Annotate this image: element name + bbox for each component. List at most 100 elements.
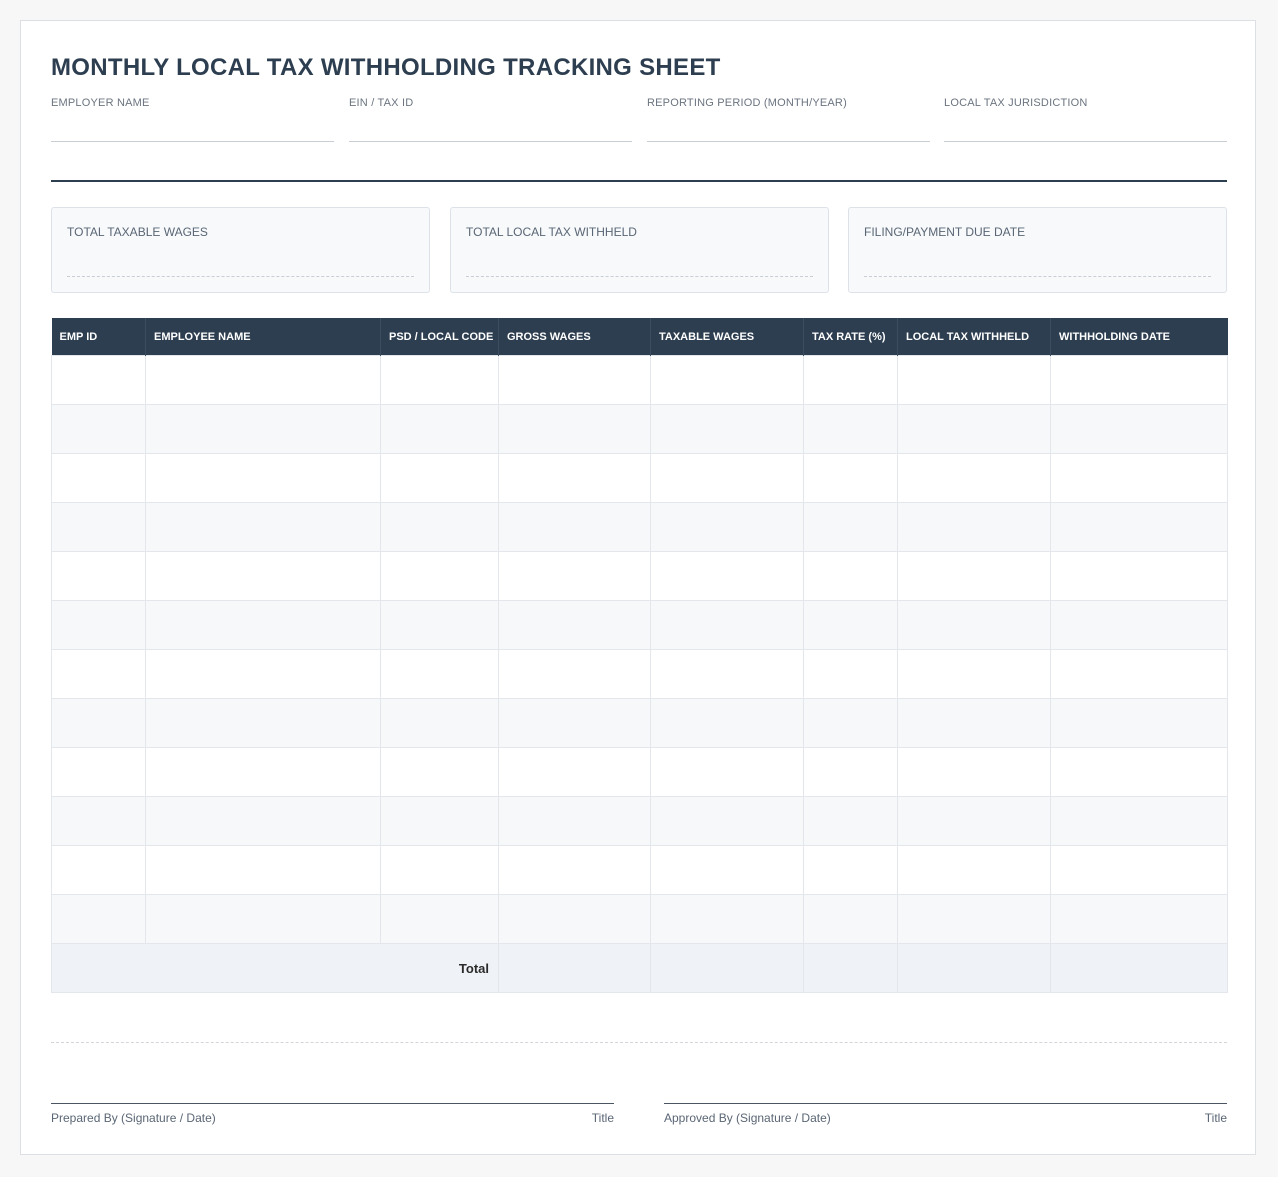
cell-local-tax-withheld[interactable] — [897, 404, 1051, 454]
cell-gross-wages[interactable] — [498, 796, 651, 846]
cell-employee-name[interactable] — [145, 551, 381, 601]
cell-taxable-wages[interactable] — [650, 355, 804, 405]
cell-taxable-wages[interactable] — [650, 404, 804, 454]
cell-emp-id[interactable] — [51, 404, 146, 454]
jurisdiction-field[interactable]: LOCAL TAX JURISDICTION — [944, 97, 1227, 142]
cell-psd-local-code[interactable] — [380, 747, 499, 797]
cell-taxable-wages[interactable] — [650, 453, 804, 503]
cell-employee-name[interactable] — [145, 404, 381, 454]
cell-withholding-date[interactable] — [1050, 502, 1228, 552]
cell-psd-local-code[interactable] — [380, 502, 499, 552]
cell-psd-local-code[interactable] — [380, 698, 499, 748]
cell-emp-id[interactable] — [51, 698, 146, 748]
cell-gross-wages[interactable] — [498, 453, 651, 503]
cell-taxable-wages[interactable] — [650, 600, 804, 650]
cell-local-tax-withheld[interactable] — [897, 600, 1051, 650]
total-taxable-wages-box[interactable]: TOTAL TAXABLE WAGES — [51, 207, 430, 293]
cell-psd-local-code[interactable] — [380, 355, 499, 405]
cell-psd-local-code[interactable] — [380, 649, 499, 699]
total-gross-wages-cell[interactable] — [498, 943, 651, 993]
cell-withholding-date[interactable] — [1050, 698, 1228, 748]
cell-employee-name[interactable] — [145, 600, 381, 650]
cell-emp-id[interactable] — [51, 894, 146, 944]
cell-withholding-date[interactable] — [1050, 355, 1228, 405]
cell-taxable-wages[interactable] — [650, 845, 804, 895]
cell-local-tax-withheld[interactable] — [897, 355, 1051, 405]
cell-employee-name[interactable] — [145, 355, 381, 405]
cell-emp-id[interactable] — [51, 551, 146, 601]
cell-gross-wages[interactable] — [498, 894, 651, 944]
cell-employee-name[interactable] — [145, 502, 381, 552]
ein-field[interactable]: EIN / TAX ID — [349, 97, 632, 142]
cell-emp-id[interactable] — [51, 502, 146, 552]
cell-employee-name[interactable] — [145, 453, 381, 503]
cell-local-tax-withheld[interactable] — [897, 894, 1051, 944]
cell-gross-wages[interactable] — [498, 502, 651, 552]
total-tax-rate-cell[interactable] — [803, 943, 898, 993]
prepared-by-signature-line[interactable]: Prepared By (Signature / Date) Title — [51, 1103, 614, 1134]
cell-local-tax-withheld[interactable] — [897, 747, 1051, 797]
cell-gross-wages[interactable] — [498, 600, 651, 650]
cell-emp-id[interactable] — [51, 453, 146, 503]
cell-emp-id[interactable] — [51, 796, 146, 846]
cell-emp-id[interactable] — [51, 355, 146, 405]
cell-local-tax-withheld[interactable] — [897, 453, 1051, 503]
cell-employee-name[interactable] — [145, 894, 381, 944]
cell-psd-local-code[interactable] — [380, 453, 499, 503]
cell-taxable-wages[interactable] — [650, 698, 804, 748]
cell-taxable-wages[interactable] — [650, 551, 804, 601]
cell-taxable-wages[interactable] — [650, 649, 804, 699]
cell-withholding-date[interactable] — [1050, 600, 1228, 650]
total-local-tax-withheld-box[interactable]: TOTAL LOCAL TAX WITHHELD — [450, 207, 829, 293]
approved-by-signature-line[interactable]: Approved By (Signature / Date) Title — [664, 1103, 1227, 1134]
cell-gross-wages[interactable] — [498, 649, 651, 699]
cell-tax-rate[interactable] — [803, 796, 898, 846]
cell-psd-local-code[interactable] — [380, 894, 499, 944]
cell-gross-wages[interactable] — [498, 355, 651, 405]
cell-employee-name[interactable] — [145, 649, 381, 699]
cell-withholding-date[interactable] — [1050, 747, 1228, 797]
cell-tax-rate[interactable] — [803, 453, 898, 503]
cell-employee-name[interactable] — [145, 796, 381, 846]
cell-tax-rate[interactable] — [803, 649, 898, 699]
cell-psd-local-code[interactable] — [380, 404, 499, 454]
cell-tax-rate[interactable] — [803, 404, 898, 454]
cell-taxable-wages[interactable] — [650, 796, 804, 846]
reporting-period-field[interactable]: REPORTING PERIOD (MONTH/YEAR) — [647, 97, 930, 142]
cell-local-tax-withheld[interactable] — [897, 698, 1051, 748]
cell-local-tax-withheld[interactable] — [897, 502, 1051, 552]
cell-withholding-date[interactable] — [1050, 453, 1228, 503]
employer-name-field[interactable]: EMPLOYER NAME — [51, 97, 334, 142]
cell-emp-id[interactable] — [51, 845, 146, 895]
cell-gross-wages[interactable] — [498, 698, 651, 748]
cell-local-tax-withheld[interactable] — [897, 796, 1051, 846]
cell-tax-rate[interactable] — [803, 600, 898, 650]
cell-tax-rate[interactable] — [803, 894, 898, 944]
cell-tax-rate[interactable] — [803, 747, 898, 797]
cell-gross-wages[interactable] — [498, 404, 651, 454]
cell-local-tax-withheld[interactable] — [897, 649, 1051, 699]
cell-tax-rate[interactable] — [803, 355, 898, 405]
filing-due-date-box[interactable]: FILING/PAYMENT DUE DATE — [848, 207, 1227, 293]
cell-taxable-wages[interactable] — [650, 894, 804, 944]
cell-psd-local-code[interactable] — [380, 796, 499, 846]
cell-emp-id[interactable] — [51, 600, 146, 650]
cell-withholding-date[interactable] — [1050, 404, 1228, 454]
cell-withholding-date[interactable] — [1050, 649, 1228, 699]
cell-gross-wages[interactable] — [498, 845, 651, 895]
cell-gross-wages[interactable] — [498, 551, 651, 601]
cell-psd-local-code[interactable] — [380, 551, 499, 601]
total-taxable-wages-cell[interactable] — [650, 943, 804, 993]
cell-gross-wages[interactable] — [498, 747, 651, 797]
cell-employee-name[interactable] — [145, 698, 381, 748]
cell-tax-rate[interactable] — [803, 698, 898, 748]
cell-withholding-date[interactable] — [1050, 796, 1228, 846]
cell-withholding-date[interactable] — [1050, 894, 1228, 944]
total-withholding-date-cell[interactable] — [1050, 943, 1228, 993]
cell-withholding-date[interactable] — [1050, 551, 1228, 601]
cell-taxable-wages[interactable] — [650, 747, 804, 797]
cell-local-tax-withheld[interactable] — [897, 551, 1051, 601]
cell-emp-id[interactable] — [51, 649, 146, 699]
cell-psd-local-code[interactable] — [380, 845, 499, 895]
cell-employee-name[interactable] — [145, 845, 381, 895]
